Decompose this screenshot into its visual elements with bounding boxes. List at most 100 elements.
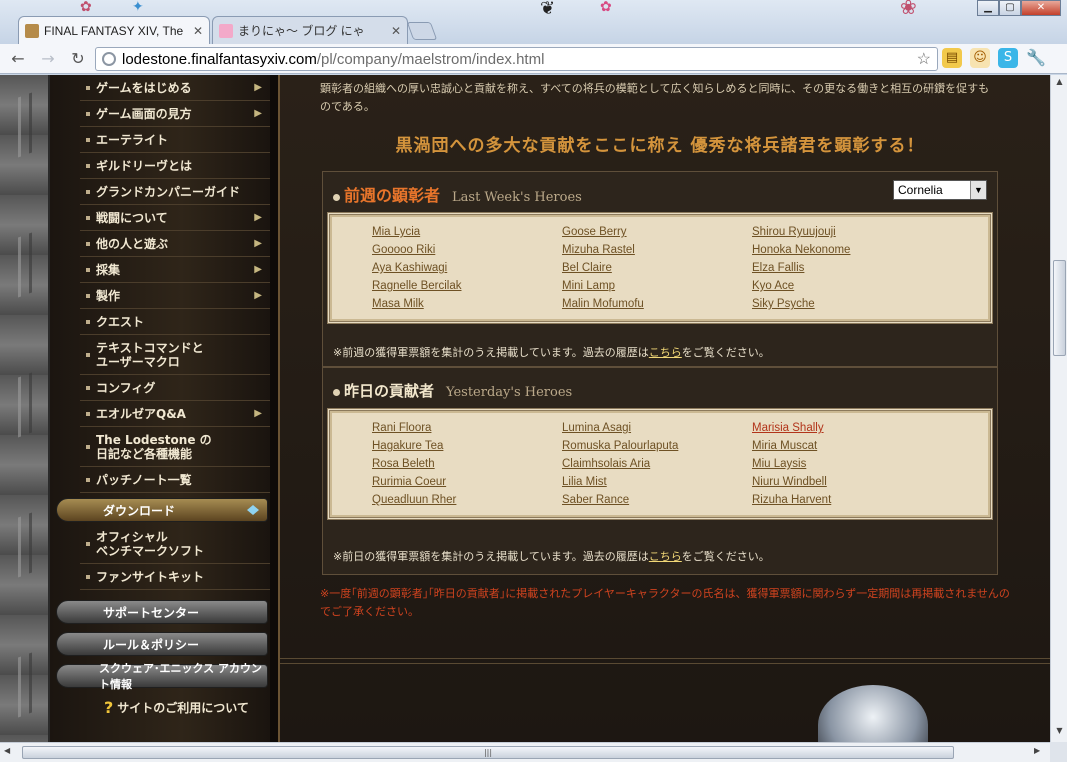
scroll-down-icon[interactable]: ▼ (1051, 726, 1067, 740)
history-link[interactable]: こちら (649, 550, 682, 563)
sidebar-item[interactable]: 戦闘について ▶ (80, 205, 270, 231)
tab-title: まりにゃ〜 ブログ にゃ (238, 24, 365, 38)
tab-blog[interactable]: まりにゃ〜 ブログ にゃ ✕ (212, 16, 408, 44)
note-text: ※前週の獲得軍票額を集計のうえ掲載しています。過去の履歴は (333, 346, 649, 359)
hero-name-link[interactable]: Kyo Ace (752, 279, 942, 293)
hero-name-link[interactable]: Rizuha Harvent (752, 493, 942, 507)
horizontal-scrollbar[interactable]: ◀ ||| ▶ (0, 742, 1050, 762)
hero-name-link[interactable]: Goose Berry (562, 225, 752, 239)
hero-name-link[interactable]: Niuru Windbell (752, 475, 942, 489)
sidebar-item[interactable]: クエスト (80, 309, 270, 335)
history-note: ※前日の獲得軍票額を集計のうえ掲載しています。過去の履歴はこちらをご覧ください。 (333, 548, 770, 564)
bullet-icon (86, 444, 90, 449)
sidebar-item[interactable]: 製作 ▶ (80, 283, 270, 309)
hero-name-link[interactable]: Mizuha Rastel (562, 243, 752, 257)
download-section-button[interactable]: ダウンロード (56, 498, 268, 522)
window-close-icon[interactable]: ✕ (1021, 0, 1061, 16)
vertical-scrollbar[interactable]: ▲ ▼ (1050, 75, 1067, 742)
sidebar-item-label: ゲーム画面の見方 (96, 107, 192, 121)
sidebar-item[interactable]: グランドカンパニーガイド (80, 179, 270, 205)
hero-name-link[interactable]: Malin Mofumofu (562, 297, 752, 311)
panel-title: 前週の顕彰者 Last Week's Heroes (333, 182, 582, 206)
skype-extension-icon[interactable]: S (998, 48, 1018, 68)
address-bar[interactable]: lodestone.finalfantasyxiv.com/pl/company… (95, 47, 938, 71)
scroll-thumb[interactable] (1053, 260, 1066, 356)
history-link[interactable]: こちら (649, 346, 682, 359)
sidebar-item[interactable]: ファンサイトキット (80, 564, 270, 590)
sidebar-item[interactable]: ギルドリーヴとは (80, 153, 270, 179)
reload-icon[interactable]: ↻ (68, 49, 88, 69)
sidebar-item[interactable]: ゲームをはじめる ▶ (80, 75, 270, 101)
tab-final-fantasy[interactable]: FINAL FANTASY XIV, The ✕ (18, 16, 210, 44)
scroll-up-icon[interactable]: ▲ (1051, 77, 1067, 91)
hero-name-link[interactable]: Hagakure Tea (372, 439, 562, 453)
scroll-left-icon[interactable]: ◀ (4, 746, 18, 755)
hero-name-link[interactable]: Romuska Palourlaputa (562, 439, 752, 453)
hero-name-link[interactable]: Marisia Shally (752, 421, 942, 435)
hero-name-link[interactable]: Queadluun Rher (372, 493, 562, 507)
support-center-button[interactable]: サポートセンター (56, 600, 268, 624)
guide-menu: ゲームをはじめる ▶ ゲーム画面の見方 ▶ エーテライト ギルドリーヴとは グランドカンパニ… (80, 75, 270, 493)
hero-name-link[interactable]: Mini Lamp (562, 279, 752, 293)
maximize-icon[interactable]: ▢ (999, 0, 1021, 16)
hero-name-link[interactable]: Shirou Ryuujouji (752, 225, 942, 239)
hero-name-link[interactable]: Gooooo Riki (372, 243, 562, 257)
sidebar-item-label: コンフィグ (96, 381, 156, 395)
sidebar-item[interactable]: ゲーム画面の見方 ▶ (80, 101, 270, 127)
sidebar-item[interactable]: 他の人と遊ぶ ▶ (80, 231, 270, 257)
site-terms-link[interactable]: ? サイトのご利用について (104, 698, 249, 717)
hero-name-link[interactable]: Rosa Beleth (372, 457, 562, 471)
sidebar-item[interactable]: テキストコマンドと ユーザーマクロ (80, 335, 270, 375)
scroll-thumb[interactable]: ||| (22, 746, 954, 759)
hero-name-link[interactable]: Masa Milk (372, 297, 562, 311)
face-extension-icon[interactable]: ☺ (970, 48, 990, 68)
hero-name-link[interactable]: Bel Claire (562, 261, 752, 275)
sidebar-item[interactable]: エーテライト (80, 127, 270, 153)
sidebar-item[interactable]: コンフィグ (80, 375, 270, 401)
account-info-button[interactable]: スクウェア･エニックス アカウント情報 (56, 662, 268, 691)
hero-name-link[interactable]: Claimhsolais Aria (562, 457, 752, 471)
star-icon[interactable]: ☆ (917, 49, 931, 69)
chevron-right-icon: ▶ (254, 290, 262, 301)
bullet-icon (86, 352, 90, 357)
chevron-down-icon[interactable]: ▼ (970, 181, 986, 199)
close-tab-icon[interactable]: ✕ (193, 24, 203, 38)
hero-name-link[interactable]: Lilia Mist (562, 475, 752, 489)
hero-name-link[interactable]: Mia Lycia (372, 225, 562, 239)
sidebar-item-label: ゲームをはじめる (96, 81, 192, 95)
sidebar-item[interactable]: パッチノート一覧 (80, 467, 270, 493)
hero-name-link[interactable]: Ragnelle Bercilak (372, 279, 562, 293)
hero-name-link[interactable]: Siky Psyche (752, 297, 942, 311)
sidebar-item[interactable]: オフィシャル ベンチマークソフト (80, 524, 270, 564)
hero-name-link[interactable]: Miu Laysis (752, 457, 942, 471)
note-text: ※前日の獲得軍票額を集計のうえ掲載しています。過去の履歴は (333, 550, 649, 563)
sidebar-item[interactable]: The Lodestone の 日記など各種機能 (80, 427, 270, 467)
hero-name-link[interactable]: Aya Kashiwagi (372, 261, 562, 275)
hero-name-link[interactable]: Lumina Asagi (562, 421, 752, 435)
sidebar-item-label: クエスト (96, 315, 145, 329)
wrench-icon[interactable]: 🔧 (1026, 48, 1046, 68)
bullet-icon (86, 241, 90, 246)
sidebar-item[interactable]: 採集 ▶ (80, 257, 270, 283)
sidebar-item-label: エーテライト (96, 133, 169, 147)
history-note: ※前週の獲得軍票額を集計のうえ掲載しています。過去の履歴はこちらをご覧ください。 (333, 344, 770, 360)
hero-name-link[interactable]: Miria Muscat (752, 439, 942, 453)
hero-name-link[interactable]: Rurimia Coeur (372, 475, 562, 489)
hero-name-link[interactable]: Rani Floora (372, 421, 562, 435)
bullet-icon (86, 137, 90, 142)
hero-name-link[interactable]: Saber Rance (562, 493, 752, 507)
rules-policy-button[interactable]: ルール＆ポリシー (56, 632, 268, 656)
close-tab-icon[interactable]: ✕ (391, 24, 401, 38)
hero-name-link[interactable]: Elza Fallis (752, 261, 942, 275)
folder-extension-icon[interactable]: ▤ (942, 48, 962, 68)
bullet-icon (86, 319, 90, 324)
back-arrow-icon[interactable]: ← (8, 49, 28, 69)
forward-arrow-icon[interactable]: → (38, 49, 58, 69)
server-select[interactable]: Cornelia ▼ (893, 180, 987, 200)
minimize-icon[interactable]: ▁ (977, 0, 999, 16)
new-tab-button[interactable] (406, 22, 438, 40)
hero-name-link[interactable]: Honoka Nekonome (752, 243, 942, 257)
bullet-icon (86, 411, 90, 416)
sidebar-item[interactable]: エオルゼアQ&A ▶ (80, 401, 270, 427)
scroll-right-icon[interactable]: ▶ (1034, 746, 1048, 755)
